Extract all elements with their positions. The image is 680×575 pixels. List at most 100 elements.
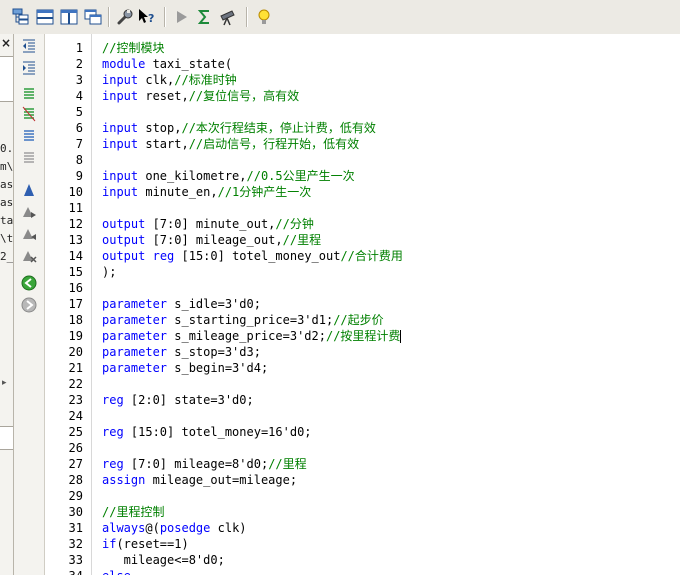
split-vertical-icon[interactable] [60,8,78,26]
line-number: 3 [75,73,83,87]
code-token: [7:0] mileage=8'd0; [123,457,269,471]
code-line[interactable]: input start,//启动信号，行程开始，低有效 [102,136,359,152]
close-panel-button[interactable]: × [0,36,12,50]
code-line[interactable]: parameter s_idle=3'd0; [102,296,261,312]
line-number: 2 [75,57,83,71]
line-number: 6 [75,121,83,135]
keyword-token: input [102,137,139,151]
toolbar-separator [246,7,248,27]
code-token: (reset==1) [116,537,189,551]
code-line[interactable]: input stop,//本次行程结束，停止计费，低有效 [102,120,376,136]
line-number: 5 [75,105,83,119]
comment-token: //本次行程结束，停止计费，低有效 [181,121,376,135]
code-line[interactable]: input clk,//标准时钟 [102,72,237,88]
code-line[interactable]: output [7:0] minute_out,//分钟 [102,216,314,232]
code-line[interactable]: //控制模块 [102,40,164,56]
comment-token: //0.5公里产生一次 [246,169,355,183]
line-number: 11 [68,201,83,215]
file-fragment[interactable]: \ta [0,232,13,245]
file-fragment[interactable]: asy [0,178,13,191]
keyword-token: reg [102,457,124,471]
code-line[interactable]: input minute_en,//1分钟产生一次 [102,184,311,200]
code-line[interactable]: output [7:0] mileage_out,//里程 [102,232,321,248]
lightbulb-icon[interactable] [255,8,273,26]
run-icon[interactable] [173,8,191,26]
code-editor[interactable]: 1 2 3 4 5 6 7 8 9 10 11 12 13 14 15 16 17 18 19 20 21 22 23 24 2… [45,34,680,575]
code-line[interactable]: parameter s_stop=3'd3; [102,344,261,360]
code-line[interactable]: parameter s_starting_price=3'd1;//起步价 [102,312,384,328]
bookmark-next-icon[interactable] [21,204,37,220]
toolbar-separator [108,7,110,27]
code-token: s_mileage_price=3'd2; [167,329,326,343]
code-line[interactable]: always@(posedge clk) [102,520,247,536]
bookmark-clear-icon[interactable] [21,248,37,264]
context-help-icon[interactable]: ? [138,8,156,26]
file-fragment[interactable]: asy [0,196,13,209]
toolbar-separator [164,7,166,27]
code-line[interactable]: reg [2:0] state=3'd0; [102,392,254,408]
uncomment-icon[interactable] [21,106,37,122]
keyword-token: output [102,217,146,231]
scroll-right-arrow[interactable]: ▸ [2,378,7,388]
code-token: [7:0] minute_out, [145,217,276,231]
telescope-icon[interactable] [219,8,237,26]
line-number: 4 [75,89,83,103]
file-fragment[interactable]: 0.v [0,142,13,155]
sigma-icon[interactable] [196,8,214,26]
comment-token: //里程 [268,457,307,471]
text-caret [400,330,402,343]
line-number: 30 [68,505,83,519]
bookmark-prev-icon[interactable] [21,226,37,242]
go-back-icon[interactable] [21,275,37,291]
comment-block-icon[interactable] [21,86,37,102]
code-line[interactable]: //里程控制 [102,504,164,520]
hierarchy-icon[interactable] [12,8,30,26]
code-line[interactable]: mileage<=8'd0; [102,552,225,568]
keyword-token: reg [102,393,124,407]
code-token: minute_en, [138,185,218,199]
code-token: clk, [138,73,175,87]
indent-right-icon[interactable] [21,60,37,76]
line-number: 34 [45,568,83,575]
code-line[interactable]: reg [7:0] mileage=8'd0;//里程 [102,456,307,472]
code-token: clk) [210,521,247,535]
line-number: 9 [75,169,83,183]
keyword-token: reg [102,425,124,439]
line-number: 7 [75,137,83,151]
line-number: 22 [68,377,83,391]
code-line[interactable]: parameter s_begin=3'd4; [102,360,268,376]
code-line[interactable]: else [102,568,131,575]
keyword-token: else [102,569,131,575]
code-line[interactable]: if(reset==1) [102,536,189,552]
list-icon[interactable] [21,128,37,144]
file-fragment[interactable]: 2_ [0,250,13,263]
code-line[interactable]: module taxi_state( [102,56,232,72]
file-fragment[interactable]: m\ [0,160,13,173]
file-fragment[interactable]: tax [0,214,13,227]
code-line[interactable]: reg [15:0] totel_money=16'd0; [102,424,312,440]
code-line[interactable]: ); [102,264,116,280]
cascade-windows-icon[interactable] [84,8,102,26]
code-line[interactable]: input reset,//复位信号，高有效 [102,88,299,104]
comment-token: //分钟 [275,217,314,231]
code-token: stop, [138,121,182,135]
code-token: one_kilometre, [138,169,247,183]
svg-text:?: ? [148,12,154,25]
line-number: 28 [68,473,83,487]
code-line[interactable]: output reg [15:0] totel_money_out//合计费用 [102,248,403,264]
indent-left-icon[interactable] [21,38,37,54]
keyword-token: parameter [102,361,168,375]
code-token: s_stop=3'd3; [167,345,261,359]
go-forward-icon[interactable] [21,297,37,313]
bookmark-toggle-icon[interactable] [21,182,37,198]
split-horizontal-icon[interactable] [36,8,54,26]
wrench-icon[interactable] [116,8,134,26]
keyword-token: input [102,89,139,103]
comment-token: //里程 [282,233,322,247]
line-number: 24 [68,409,83,423]
code-line[interactable]: input one_kilometre,//0.5公里产生一次 [102,168,355,184]
list-undo-icon[interactable] [21,150,37,166]
code-line[interactable]: parameter s_mileage_price=3'd2;//按里程计费 [102,328,402,344]
code-line[interactable]: assign mileage_out=mileage; [102,472,297,488]
line-number: 10 [68,185,83,199]
